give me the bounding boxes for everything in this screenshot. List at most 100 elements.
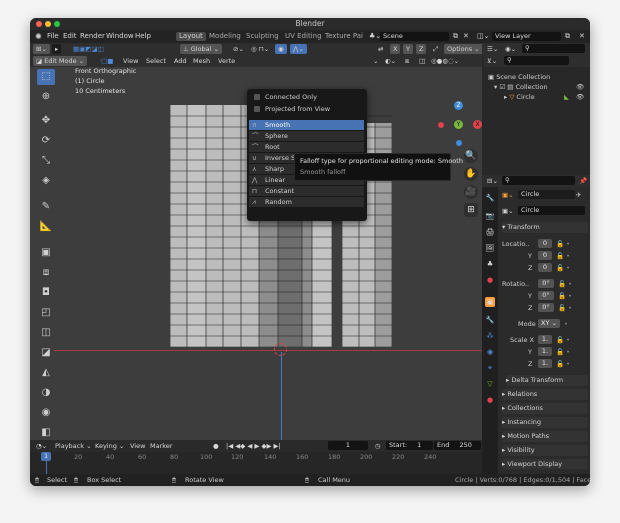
world-tab-icon[interactable]: ● (485, 275, 495, 285)
annotate-tool-icon[interactable]: ✎ (37, 199, 55, 215)
gizmo-x-axis-icon[interactable]: X (473, 120, 482, 129)
pan-view-icon[interactable]: ✋ (464, 167, 478, 181)
mirror-icon[interactable]: ⇄ (375, 44, 386, 54)
tab-modeling[interactable]: Modeling (206, 32, 244, 41)
preview-range-icon[interactable]: ◷ (372, 441, 384, 451)
poly-build-tool-icon[interactable]: ◭ (37, 365, 55, 381)
projected-from-view-checkbox[interactable]: Projected from View (254, 104, 330, 114)
scene-tab-icon[interactable]: ♣ (485, 259, 495, 269)
keying-menu[interactable]: Keying ⌄ (92, 441, 127, 451)
remove-view-layer-icon[interactable]: ✕ (576, 32, 588, 41)
select-box-tool-icon[interactable]: ⬚ (37, 69, 55, 85)
zoom-window-button[interactable] (54, 21, 60, 27)
pivot-point-icon[interactable]: ⊘⌄ (230, 44, 247, 54)
overlay-icon[interactable]: ⧈ (402, 56, 412, 66)
spin-tool-icon[interactable]: ◑ (37, 385, 55, 401)
timeline-editor-type-icon[interactable]: ◔⌄ (33, 441, 50, 451)
gizmo-z-axis-icon[interactable]: Z (454, 101, 463, 110)
falloff-item-constant[interactable]: ⊓ Constant (249, 186, 364, 196)
cursor-tool-icon[interactable]: ⊕ (37, 89, 55, 105)
object-visibility-icon[interactable]: 👁 (576, 93, 584, 101)
blender-logo-icon[interactable]: ✺ (32, 32, 45, 41)
camera-view-icon[interactable]: 🎥 (464, 185, 478, 199)
delta-transform-panel[interactable]: ▸ Delta Transform (506, 375, 588, 386)
rotation-mode-dropdown[interactable]: XY ⌄ (538, 319, 560, 328)
marker-menu[interactable]: Marker (147, 441, 175, 451)
tab-sculpting[interactable]: Sculpting (243, 32, 282, 41)
data-tab-icon[interactable]: ▽ (485, 379, 495, 389)
output-tab-icon[interactable]: 🖨 (485, 227, 495, 237)
falloff-item-sphere[interactable]: ⌒ Sphere (249, 131, 364, 141)
timeline-ruler[interactable]: 1 20 40 60 80 100 120 140 160 180 200 22… (30, 452, 482, 474)
outliner-display-mode-icon[interactable]: ◉⌄ (502, 44, 519, 54)
close-window-button[interactable] (36, 21, 42, 27)
location-x-field[interactable]: 0 (538, 239, 552, 248)
lock-rotation-y-icon[interactable]: 🔓 • (558, 292, 572, 300)
data-name-field[interactable]: Circle (518, 206, 585, 215)
rotation-mode-keyframe-icon[interactable]: • (564, 320, 568, 328)
connected-only-checkbox[interactable]: Connected Only (254, 92, 317, 102)
start-frame-field[interactable]: Start: 1 (386, 441, 433, 450)
tab-uv-editing[interactable]: UV Editing (282, 32, 325, 41)
gizmo-y-axis-icon[interactable]: Y (454, 120, 463, 129)
3d-viewport[interactable]: ⬚ ⊕ ✥ ⟳ ⤡ ◈ ✎ 📐 ▣ ⧈ ◘ ◰ ◫ ◪ ◭ ◑ ◉ ◧ Fron… (30, 67, 482, 440)
falloff-type-dropdown[interactable]: ⋀⌄ (290, 44, 307, 54)
shading-modes-icon[interactable]: ◎●◍◌⌄ (428, 56, 462, 66)
collection-visibility-icon[interactable]: 👁 (576, 83, 584, 91)
viewport-display-panel[interactable]: ▸ Viewport Display (502, 459, 588, 469)
menu-view[interactable]: View (120, 56, 141, 66)
scale-y-field[interactable]: 1. (538, 347, 552, 356)
relations-panel[interactable]: ▸ Relations (502, 389, 588, 400)
lock-rotation-z-icon[interactable]: 🔓 • (558, 304, 572, 312)
record-icon[interactable]: ● (210, 441, 222, 451)
select-element-icons[interactable]: ⋅▢■ (96, 56, 116, 66)
object-tab-icon[interactable]: ▣ (485, 297, 495, 307)
outliner-filter-field[interactable]: ⚲ (504, 56, 569, 65)
end-frame-field[interactable]: End 250 (434, 441, 481, 450)
scale-x-field[interactable]: 1. (538, 335, 552, 344)
smooth-tool-icon[interactable]: ◉ (37, 405, 55, 421)
gizmo-neg-x-icon[interactable] (438, 122, 444, 128)
view-layer-field[interactable]: View Layer (492, 32, 561, 41)
move-tool-icon[interactable]: ✥ (37, 113, 55, 129)
scale-z-field[interactable]: 1. (538, 359, 552, 368)
view-layer-tab-icon[interactable]: 🖼 (485, 243, 495, 253)
menu-select[interactable]: Select (143, 56, 169, 66)
visibility-panel[interactable]: ▸ Visibility (502, 445, 588, 456)
current-frame-field[interactable]: 1 (328, 441, 368, 450)
rotation-x-field[interactable]: 0° (538, 279, 554, 288)
outliner-scene-collection[interactable]: ▣ Scene Collection (488, 73, 550, 81)
box-select-modes-icon[interactable]: ▦▣◩◪◫ (70, 44, 107, 54)
lock-scale-z-icon[interactable]: 🔓 • (556, 360, 570, 368)
lock-scale-y-icon[interactable]: 🔓 • (556, 348, 570, 356)
options-dropdown[interactable]: Options ⌄ (444, 44, 483, 54)
playhead-frame[interactable]: 1 (41, 452, 51, 461)
object-pin-icon[interactable]: ✈ (576, 191, 581, 199)
3d-cursor-icon[interactable] (274, 343, 287, 356)
mode-dropdown[interactable]: ◪ Edit Mode ⌄ (33, 56, 88, 66)
xray-icon[interactable]: ◫ (416, 56, 428, 66)
lock-location-y-icon[interactable]: 🔓 • (556, 252, 570, 260)
lock-rotation-x-icon[interactable]: 🔓 • (558, 280, 572, 288)
scale-tool-icon[interactable]: ⤡ (37, 153, 55, 169)
rotate-tool-icon[interactable]: ⟳ (37, 133, 55, 149)
minimize-window-button[interactable] (45, 21, 51, 27)
outliner-search-field[interactable]: ⚲ (522, 44, 585, 53)
tab-texture-paint[interactable]: Texture Pai (322, 32, 366, 41)
motion-paths-panel[interactable]: ▸ Motion Paths (502, 431, 588, 442)
menu-help[interactable]: Help (132, 32, 154, 41)
menu-add[interactable]: Add (171, 56, 190, 66)
transform-orientation-dropdown[interactable]: ⊥ Global ⌄ (180, 44, 222, 54)
menu-mesh[interactable]: Mesh (190, 56, 213, 66)
falloff-item-smooth[interactable]: ∩ Smooth (249, 120, 364, 130)
gizmo-icon[interactable]: ◐⌄ (382, 56, 399, 66)
render-tab-icon[interactable]: 📷 (485, 211, 495, 221)
outliner-editor-type-icon[interactable]: ☰⌄ (484, 44, 501, 54)
view-layer-icon[interactable]: ◫⌄ (474, 32, 492, 41)
view-object-types-icon[interactable]: ⌄ (370, 56, 381, 66)
transform-panel-header[interactable]: ▾ Transform (502, 222, 588, 233)
loop-cut-tool-icon[interactable]: ◫ (37, 325, 55, 341)
gizmo-neg-z-icon[interactable] (456, 140, 462, 146)
properties-editor-type-icon[interactable]: ⊟⌄ (484, 176, 501, 186)
modifier-tab-icon[interactable]: 🔧 (485, 315, 495, 325)
